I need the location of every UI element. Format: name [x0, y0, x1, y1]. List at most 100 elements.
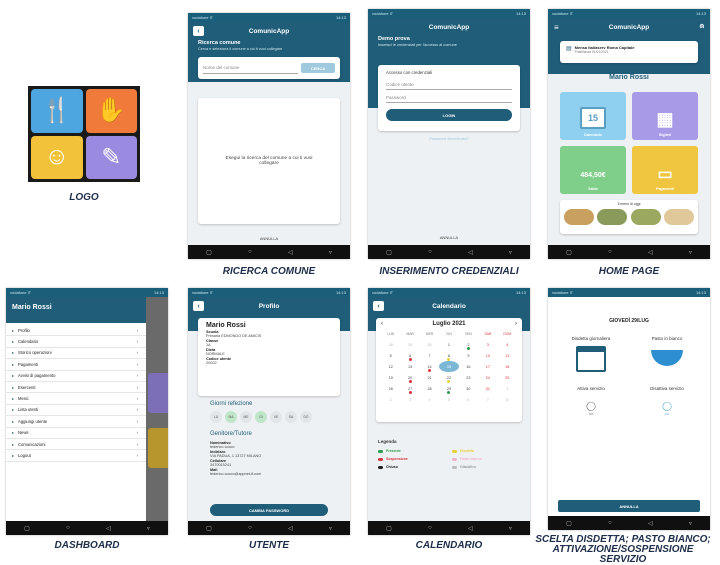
home-icon[interactable]: ○ — [248, 525, 252, 531]
calendar-day[interactable]: 26 — [381, 383, 400, 394]
drawer-menu-item[interactable]: ▸ Comunicazioni › — [6, 439, 146, 451]
prev-month-button[interactable]: ‹ — [381, 321, 383, 327]
recent-icon[interactable]: ▢ — [24, 525, 30, 532]
back-icon[interactable]: ◁ — [288, 525, 293, 532]
drawer-menu-item[interactable]: ▸ Esercenti › — [6, 382, 146, 394]
keyboard-icon[interactable]: ▿ — [329, 525, 332, 532]
cancel-button[interactable]: ANNULLA — [558, 500, 700, 512]
weekday-toggle[interactable]: ME — [240, 411, 252, 423]
calendar-day[interactable]: 31 — [478, 383, 497, 394]
calendar-day[interactable]: 13 — [400, 361, 419, 372]
calendar-day[interactable]: 30 — [459, 383, 478, 394]
home-icon[interactable]: ○ — [66, 525, 70, 531]
calendar-day[interactable]: 8 — [439, 350, 458, 361]
back-icon[interactable]: ◁ — [106, 525, 111, 532]
calendar-day[interactable]: 9 — [459, 350, 478, 361]
home-icon[interactable]: ○ — [428, 525, 432, 531]
calendar-day[interactable]: 25 — [498, 372, 517, 383]
keyboard-icon[interactable]: ▿ — [509, 249, 512, 256]
weekday-toggle[interactable]: SA — [285, 411, 297, 423]
calendar-day[interactable]: 16 — [459, 361, 478, 372]
back-icon[interactable]: ◁ — [648, 249, 653, 256]
drawer-menu-item[interactable]: ▸ Storico operazioni › — [6, 348, 146, 360]
weekday-toggle[interactable]: VE — [270, 411, 282, 423]
drawer-menu-item[interactable]: ▸ News › — [6, 428, 146, 439]
drawer-menu-item[interactable]: ▸ Aggiungi utente › — [6, 416, 146, 428]
calendar-day[interactable]: 12 — [381, 361, 400, 372]
calendar-day[interactable]: 6 — [459, 394, 478, 405]
search-input[interactable]: Nome del comune — [203, 63, 298, 74]
keyboard-icon[interactable]: ▿ — [329, 249, 332, 256]
calendar-day[interactable]: 8 — [498, 394, 517, 405]
next-month-button[interactable]: › — [515, 321, 517, 327]
calendar-day[interactable]: 3 — [400, 394, 419, 405]
option-daily-cancel[interactable]: Disdetta giornaliera — [558, 336, 624, 372]
keyboard-icon[interactable]: ▿ — [509, 525, 512, 532]
home-icon[interactable]: ○ — [248, 249, 252, 255]
recent-icon[interactable]: ▢ — [566, 249, 572, 256]
home-icon[interactable]: ○ — [608, 249, 612, 255]
calendar-day[interactable]: 11 — [498, 350, 517, 361]
calendar-day[interactable]: 14 — [420, 361, 439, 372]
drawer-menu-item[interactable]: ▸ Menù › — [6, 393, 146, 405]
drawer-menu-item[interactable]: ▸ Lista utenti › — [6, 405, 146, 417]
back-icon[interactable]: ◁ — [288, 249, 293, 256]
option-activate[interactable]: Attiva servizio ⍜ — [558, 386, 624, 417]
home-icon[interactable]: ○ — [608, 520, 612, 526]
password-field[interactable]: Password — [386, 92, 512, 103]
drawer-menu-item[interactable]: ▸ Calendario › — [6, 336, 146, 348]
recent-icon[interactable]: ▢ — [566, 520, 572, 527]
weekday-toggle[interactable]: MA — [225, 411, 237, 423]
balance-tile[interactable]: 484,50€ Saldo — [560, 146, 626, 194]
calendar-day[interactable]: 23 — [459, 372, 478, 383]
calendar-day[interactable]: 27 — [400, 383, 419, 394]
calendar-day[interactable]: 19 — [381, 372, 400, 383]
menu-tile[interactable]: ▦ Biglieti — [632, 92, 698, 140]
change-password-button[interactable]: CAMBIA PASSWORD — [210, 504, 328, 516]
back-icon[interactable]: ◁ — [468, 525, 473, 532]
calendar-day[interactable]: 10 — [478, 350, 497, 361]
back-button[interactable]: ‹ — [193, 26, 204, 36]
weekday-toggle[interactable]: DO — [300, 411, 312, 423]
home-icon[interactable]: ○ — [428, 249, 432, 255]
drawer-menu-item[interactable]: ▸ Profilo › — [6, 325, 146, 337]
forgot-password-link[interactable]: Password dimenticata? — [368, 137, 530, 141]
calendar-day[interactable]: 20 — [400, 372, 419, 383]
recent-icon[interactable]: ▢ — [206, 249, 212, 256]
calendar-day[interactable]: 2 — [459, 339, 478, 350]
calendar-tile[interactable]: 15 Calendario — [560, 92, 626, 140]
weekday-toggle[interactable]: GI — [255, 411, 267, 423]
back-icon[interactable]: ◁ — [648, 520, 653, 527]
calendar-day[interactable]: 18 — [498, 361, 517, 372]
option-plain-meal[interactable]: Pasto in bianco — [634, 336, 700, 366]
cancel-link[interactable]: ANNULLA — [188, 236, 350, 241]
calendar-day[interactable]: 17 — [478, 361, 497, 372]
calendar-day[interactable]: 2 — [381, 394, 400, 405]
meal-card[interactable]: Il menù di oggi — [560, 200, 698, 234]
calendar-day[interactable]: 28 — [420, 383, 439, 394]
login-button[interactable]: LOGIN — [386, 109, 512, 121]
calendar-day[interactable]: 29 — [439, 383, 458, 394]
calendar-day[interactable]: 30 — [420, 339, 439, 350]
calendar-day[interactable]: 7 — [420, 350, 439, 361]
back-button[interactable]: ‹ — [193, 301, 204, 311]
cancel-link[interactable]: ANNULLA — [368, 235, 530, 240]
calendar-day[interactable]: 7 — [478, 394, 497, 405]
drawer-menu-item[interactable]: ▸ Logout › — [6, 450, 146, 462]
calendar-day[interactable]: 24 — [478, 372, 497, 383]
calendar-day[interactable]: 5 — [381, 350, 400, 361]
calendar-day[interactable]: 4 — [420, 394, 439, 405]
school-card[interactable]: ▤ Mensa Italiaserv Roma Capitale Fratella… — [560, 41, 698, 63]
recent-icon[interactable]: ▢ — [386, 249, 392, 256]
calendar-day[interactable]: 28 — [381, 339, 400, 350]
option-deactivate[interactable]: Disattiva servizio ⍜ — [634, 386, 700, 417]
keyboard-icon[interactable]: ▿ — [147, 525, 150, 532]
calendar-day[interactable]: 4 — [498, 339, 517, 350]
recent-icon[interactable]: ▢ — [386, 525, 392, 532]
calendar-day[interactable]: 22 — [439, 372, 458, 383]
calendar-day[interactable]: 15 — [439, 361, 459, 372]
back-button[interactable]: ‹ — [373, 301, 384, 311]
calendar-day[interactable]: 1 — [439, 339, 458, 350]
profile-icon[interactable]: ⍝ — [700, 23, 704, 31]
recent-icon[interactable]: ▢ — [206, 525, 212, 532]
